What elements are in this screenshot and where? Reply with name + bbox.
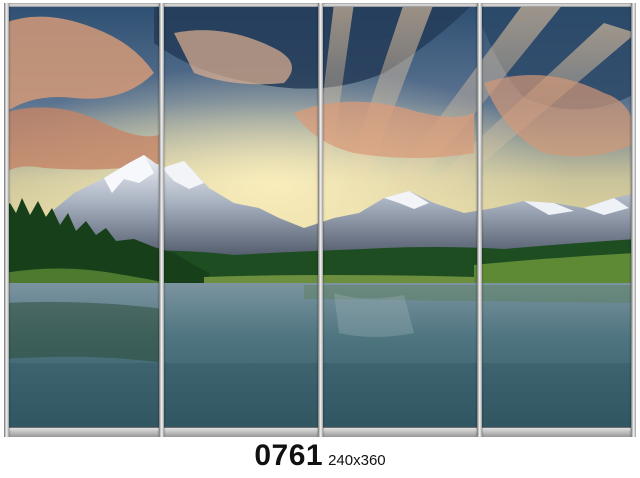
product-caption: 0761 240x360 [0,438,640,473]
wardrobe-door-frame [4,3,636,437]
product-code: 0761 [254,439,324,472]
frame-left-rail [4,3,9,437]
door-divider-3 [477,3,482,437]
frame-right-rail [631,3,636,437]
door-divider-1 [159,3,164,437]
door-divider-2 [318,3,323,437]
